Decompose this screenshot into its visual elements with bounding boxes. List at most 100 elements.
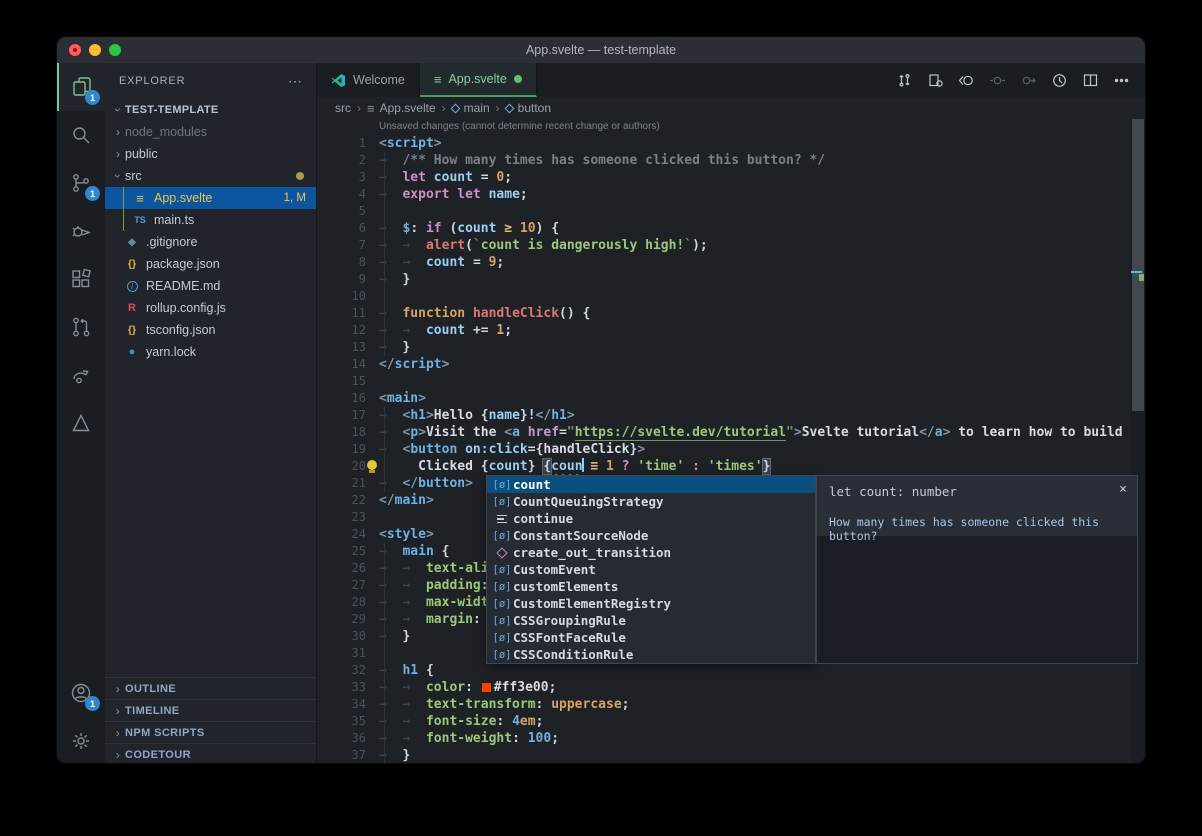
code-line[interactable]: 11→ function handleClick() { [317, 305, 1131, 322]
code-line[interactable]: 10 [317, 288, 1131, 305]
suggestion-item[interactable]: [ø]CustomEvent [487, 561, 815, 578]
breadcrumb-item-app-svelte[interactable]: ≡App.svelte [367, 101, 436, 116]
toolbar-git-compare-icon[interactable] [892, 69, 916, 91]
suggestion-item[interactable]: [ø]ConstantSourceNode [487, 527, 815, 544]
code-line[interactable]: 15 [317, 373, 1131, 390]
code-line[interactable]: 32→ h1 { [317, 662, 1131, 679]
explorer-more-actions-icon[interactable]: ⋯ [288, 73, 302, 90]
sidebar-section-timeline[interactable]: ›TIMELINE [105, 699, 316, 721]
breadcrumb-label: src [335, 101, 351, 115]
file-item-package-json[interactable]: {}package.json [105, 253, 316, 275]
breadcrumb-label: App.svelte [380, 101, 436, 115]
suggestion-item[interactable]: [ø]CountQueuingStrategy [487, 493, 815, 510]
code-line[interactable]: 1<script> [317, 135, 1131, 152]
code-line[interactable]: 9→ } [317, 271, 1131, 288]
breadcrumb-item-src[interactable]: src [335, 101, 351, 115]
file-item-tsconfig-json[interactable]: {}tsconfig.json [105, 319, 316, 341]
file-item-node-modules[interactable]: ›node_modules [105, 121, 316, 143]
code-line[interactable]: 2→ /** How many times has someone clicke… [317, 152, 1131, 169]
line-number: 16 [317, 390, 366, 407]
project-root-row[interactable]: › TEST-TEMPLATE [105, 99, 316, 121]
file-item-main-ts[interactable]: TSmain.ts [105, 209, 316, 231]
activity-bar-item-explorer[interactable]: 1 [57, 63, 105, 111]
suggestion-item[interactable]: continue [487, 510, 815, 527]
suggestion-item[interactable]: [ø]CSSConditionRule [487, 646, 815, 663]
activity-bar-item-search[interactable] [57, 111, 105, 159]
tab-label: App.svelte [448, 72, 506, 86]
code-editor[interactable]: Unsaved changes (cannot determine recent… [317, 119, 1145, 764]
code-line[interactable]: 16<main> [317, 390, 1131, 407]
activity-bar-item-run-debug[interactable] [57, 207, 105, 255]
lightbulb-icon[interactable] [367, 460, 377, 473]
file-item-yarn-lock[interactable]: ●yarn.lock [105, 341, 316, 363]
project-root-label: TEST-TEMPLATE [125, 104, 219, 116]
toolbar-timeline-icon[interactable] [1047, 69, 1071, 91]
breadcrumb-item-main[interactable]: main [452, 101, 490, 115]
activity-bar-item-extensions[interactable] [57, 255, 105, 303]
sidebar-section-codetour[interactable]: ›CODETOUR [105, 743, 316, 764]
editor-scrollbar[interactable] [1131, 119, 1145, 764]
code-line[interactable]: 8→ → count = 9; [317, 254, 1131, 271]
code-line[interactable]: 20 Clicked {count} {coun ≡ 1 ? 'time' : … [317, 458, 1131, 475]
toolbar-more-actions-icon[interactable] [1109, 69, 1133, 91]
bracket-icon: [ø] [491, 598, 513, 610]
vscode-logo-icon [331, 73, 346, 88]
code-line[interactable]: 12→ → count += 1; [317, 322, 1131, 339]
activity-bar-item-github-pull-requests[interactable] [57, 303, 105, 351]
code-line[interactable]: 4→ export let name; [317, 186, 1131, 203]
close-icon[interactable]: × [1119, 482, 1127, 497]
file-label: tsconfig.json [146, 323, 215, 337]
tab-welcome[interactable]: Welcome [317, 63, 420, 97]
code-line[interactable]: 6→ $: if (count ≥ 10) { [317, 220, 1131, 237]
file-item-public[interactable]: ›public [105, 143, 316, 165]
code-line[interactable]: 33→ → color: #ff3e00; [317, 679, 1131, 696]
activity-bar-item-settings[interactable] [57, 717, 105, 764]
file-item-app-svelte[interactable]: ≡App.svelte1, M [105, 187, 316, 209]
code-line[interactable]: 5 [317, 203, 1131, 220]
toolbar-open-changes-icon[interactable] [923, 69, 947, 91]
code-line[interactable]: 37→ } [317, 747, 1131, 764]
code-line[interactable]: 3→ let count = 0; [317, 169, 1131, 186]
rollup-icon: R [123, 302, 141, 314]
code-line[interactable]: 13→ } [317, 339, 1131, 356]
suggestion-item[interactable]: [ø]count [487, 476, 815, 493]
tab-app-svelte[interactable]: ≡App.svelte [420, 63, 537, 97]
breadcrumb-item-button[interactable]: button [506, 101, 551, 115]
activity-bar-item-live-share[interactable] [57, 351, 105, 399]
code-line[interactable]: 19→ <button on:click={handleClick}> [317, 441, 1131, 458]
code-line[interactable]: 36→ → font-weight: 100; [317, 730, 1131, 747]
line-number: 24 [317, 526, 366, 543]
code-line[interactable]: 14</script> [317, 356, 1131, 373]
suggestion-item[interactable]: [ø]customElements [487, 578, 815, 595]
folder-label: public [125, 147, 158, 161]
file-item-readme-md[interactable]: iREADME.md [105, 275, 316, 297]
gitignore-icon: ◆ [123, 237, 141, 248]
toolbar-split-editor-icon[interactable] [1078, 69, 1102, 91]
toolbar-navigate-back-icon[interactable] [954, 69, 978, 91]
bracket-icon: [ø] [491, 615, 513, 627]
folder-label: node_modules [125, 125, 207, 139]
activity-bar-item-source-control[interactable]: 1 [57, 159, 105, 207]
code-line[interactable]: 17→ <h1>Hello {name}!</h1> [317, 407, 1131, 424]
bracket-icon: [ø] [491, 530, 513, 542]
file-item-rollup-config-js[interactable]: Rrollup.config.js [105, 297, 316, 319]
code-line[interactable]: 7→ → alert(`count is dangerously high!`)… [317, 237, 1131, 254]
suggestion-item[interactable]: create_out_transition [487, 544, 815, 561]
file-label: rollup.config.js [146, 301, 226, 315]
suggestion-item[interactable]: [ø]CSSGroupingRule [487, 612, 815, 629]
codelens-annotation[interactable]: Unsaved changes (cannot determine recent… [379, 121, 660, 132]
code-line[interactable]: 34→ → text-transform: uppercase; [317, 696, 1131, 713]
file-item--gitignore[interactable]: ◆.gitignore [105, 231, 316, 253]
sidebar-section-npm-scripts[interactable]: ›NPM SCRIPTS [105, 721, 316, 743]
sidebar-section-outline[interactable]: ›OUTLINE [105, 677, 316, 699]
code-line[interactable]: 35→ → font-size: 4em; [317, 713, 1131, 730]
toolbar-next-change-icon[interactable] [1016, 69, 1040, 91]
code-line[interactable]: 18→ <p>Visit the <a href="https://svelte… [317, 424, 1131, 441]
activity-bar-item-accounts[interactable]: 1 [57, 669, 105, 717]
file-item-src[interactable]: ›src [105, 165, 316, 187]
scrollbar-thumb[interactable] [1132, 119, 1144, 411]
toolbar-previous-change-icon[interactable] [985, 69, 1009, 91]
activity-bar-item-azure[interactable] [57, 399, 105, 447]
suggestion-item[interactable]: [ø]CustomElementRegistry [487, 595, 815, 612]
suggestion-item[interactable]: [ø]CSSFontFaceRule [487, 629, 815, 646]
